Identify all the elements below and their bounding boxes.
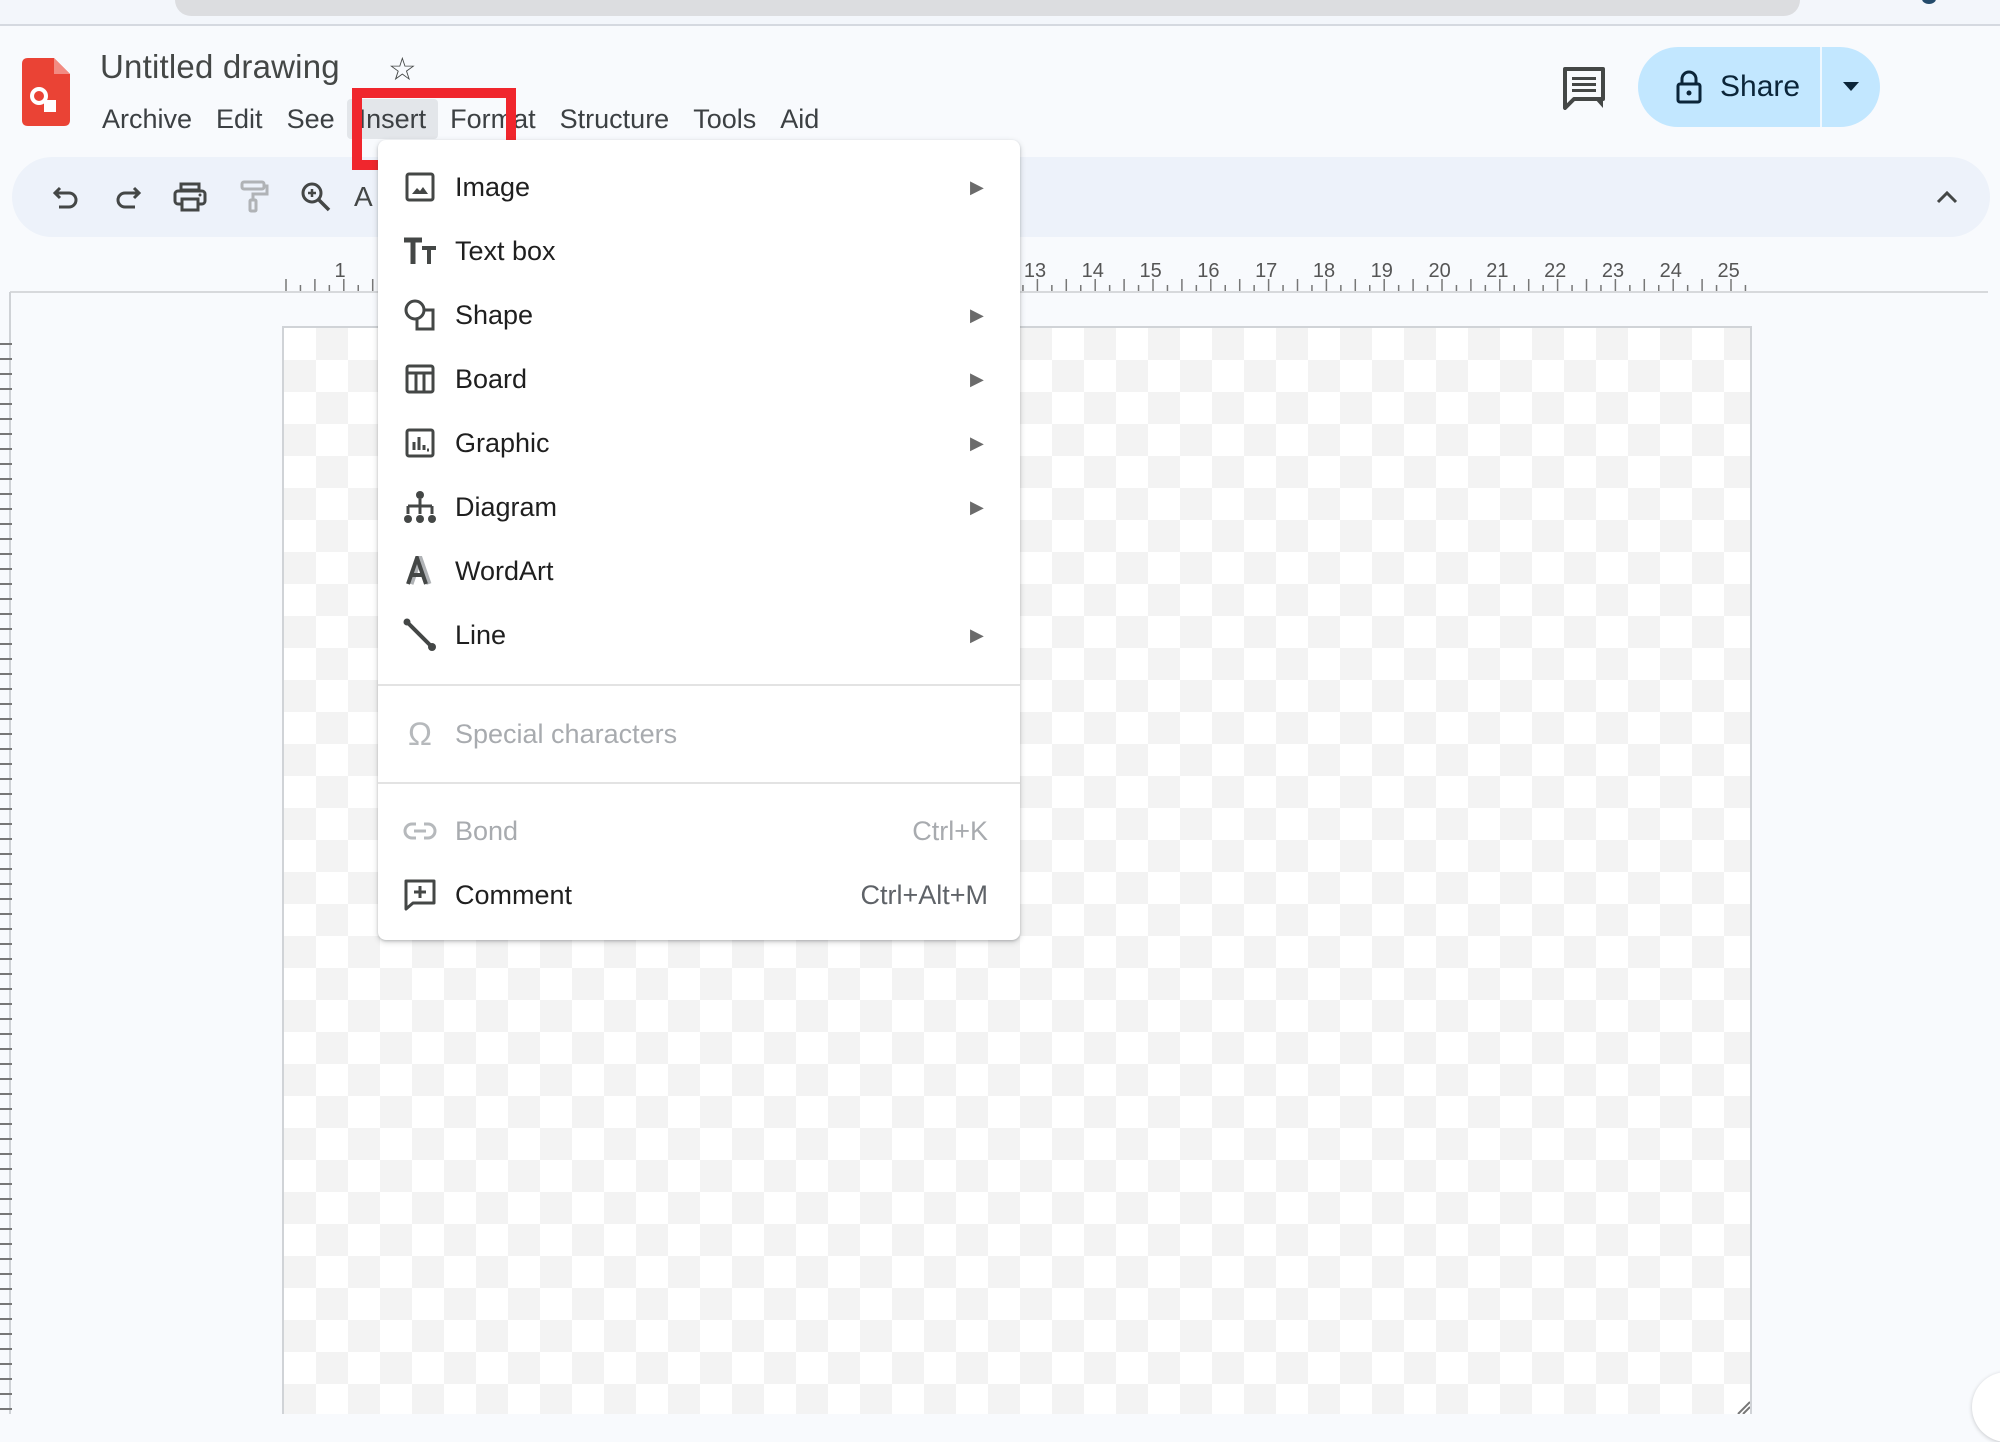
wordart-icon (402, 553, 438, 589)
paint-roller-icon (240, 180, 269, 213)
comment-history-icon[interactable] (1562, 66, 1606, 110)
diagram-icon (402, 489, 438, 525)
menu-item-label: WordArt (455, 555, 554, 586)
print-icon (173, 182, 207, 212)
image-icon (402, 169, 438, 205)
lock-icon (1676, 70, 1702, 104)
menu-aid[interactable]: Aid (768, 99, 831, 139)
vertical-ruler (0, 330, 12, 1414)
menu-item-text-box[interactable]: Text box (378, 222, 1020, 280)
menu-item-comment[interactable]: Comment Ctrl+Alt+M (378, 866, 1020, 924)
collapse-toolbar-button[interactable] (1927, 177, 1967, 217)
caret-down-icon (1843, 82, 1859, 91)
menu-item-label: Image (455, 171, 531, 202)
share-button[interactable]: Share (1638, 47, 1820, 127)
ruler-label: 25 (1717, 260, 1739, 282)
insert-menu: Image ▶ Text box Shape ▶ Board ▶ Graphic… (378, 140, 1020, 940)
ruler-label: 18 (1313, 260, 1335, 282)
zoom-button[interactable] (296, 177, 336, 217)
submenu-arrow-icon: ▶ (970, 496, 984, 517)
submenu-arrow-icon: ▶ (970, 624, 984, 645)
redo-icon (116, 186, 142, 209)
menu-item-image[interactable]: Image ▶ (378, 158, 1020, 216)
ruler-label: 23 (1602, 260, 1624, 282)
ruler-label: 1 (334, 260, 345, 282)
menu-separator (378, 684, 1020, 686)
drawings-logo[interactable] (22, 58, 70, 126)
omega-icon: Ω (408, 715, 432, 752)
menu-structure[interactable]: Structure (548, 99, 682, 139)
menu-separator (378, 782, 1020, 784)
chevron-up-icon (1936, 190, 1958, 204)
menu-item-label: Special characters (455, 718, 678, 749)
undo-icon (52, 186, 78, 209)
address-bar[interactable] (175, 0, 1800, 16)
menu-item-label: Diagram (455, 491, 558, 522)
ruler-label: 14 (1082, 260, 1104, 282)
ruler-label: 13 (1024, 260, 1046, 282)
ruler-label: 16 (1197, 260, 1219, 282)
document-title[interactable]: Untitled drawing (100, 48, 340, 86)
menu-item-shortcut: Ctrl+K (912, 815, 988, 846)
submenu-arrow-icon: ▶ (970, 432, 984, 453)
menu-item-label: Comment (455, 879, 573, 910)
menu-item-wordart[interactable]: WordArt (378, 542, 1020, 600)
menu-item-graphic[interactable]: Graphic ▶ (378, 414, 1020, 472)
text-box-icon (402, 233, 438, 269)
add-comment-icon (402, 877, 438, 913)
star-icon[interactable]: ☆ (388, 50, 417, 88)
ruler-label: 24 (1660, 260, 1682, 282)
share-options-button[interactable] (1820, 47, 1880, 127)
table-icon (402, 361, 438, 397)
menu-format[interactable]: Format (438, 99, 548, 139)
menu-item-special-characters[interactable]: Ω Special characters (378, 705, 1020, 763)
menu-see[interactable]: See (275, 99, 347, 139)
ruler-label: 19 (1371, 260, 1393, 282)
print-button[interactable] (170, 177, 210, 217)
menu-item-label: Bond (455, 815, 519, 846)
zoom-in-icon (301, 182, 331, 212)
browser-chrome (0, 0, 2000, 26)
menu-item-board[interactable]: Board ▶ (378, 350, 1020, 408)
profile-avatar[interactable] (1922, 0, 1936, 4)
ruler-label: 21 (1486, 260, 1508, 282)
shape-icon (402, 297, 438, 333)
menu-insert[interactable]: Insert (346, 99, 439, 139)
chart-icon (402, 425, 438, 461)
canvas-resize-handle[interactable] (1734, 1398, 1751, 1415)
share-label: Share (1720, 70, 1801, 103)
menu-edit[interactable]: Edit (204, 99, 275, 139)
submenu-arrow-icon: ▶ (970, 304, 984, 325)
ruler-label: 15 (1139, 260, 1161, 282)
line-icon (402, 617, 438, 653)
menu-item-diagram[interactable]: Diagram ▶ (378, 478, 1020, 536)
ruler-label: 22 (1544, 260, 1566, 282)
ruler-label: 20 (1428, 260, 1450, 282)
menu-item-shape[interactable]: Shape ▶ (378, 286, 1020, 344)
menu-item-shortcut: Ctrl+Alt+M (860, 879, 988, 910)
menu-item-bond[interactable]: Bond Ctrl+K (378, 802, 1020, 860)
link-icon (402, 813, 438, 849)
ruler-label: 17 (1255, 260, 1277, 282)
submenu-arrow-icon: ▶ (970, 176, 984, 197)
menu-item-label: Shape (455, 299, 534, 330)
menu-item-label: Text box (455, 235, 556, 266)
menu-tools[interactable]: Tools (681, 99, 768, 139)
menu-item-line[interactable]: Line ▶ (378, 606, 1020, 664)
submenu-arrow-icon: ▶ (970, 368, 984, 389)
menu-item-label: Board (455, 363, 528, 394)
menu-bar: Archive Edit See Insert Format Structure… (90, 98, 831, 140)
menu-item-label: Graphic (455, 427, 550, 458)
share-group: Share (1638, 47, 1880, 127)
paint-format-button[interactable] (234, 177, 274, 217)
undo-button[interactable] (46, 177, 86, 217)
menu-archive[interactable]: Archive (90, 99, 204, 139)
redo-button[interactable] (108, 177, 148, 217)
menu-item-label: Line (455, 619, 507, 650)
side-panel-toggle[interactable] (1972, 1372, 2000, 1442)
